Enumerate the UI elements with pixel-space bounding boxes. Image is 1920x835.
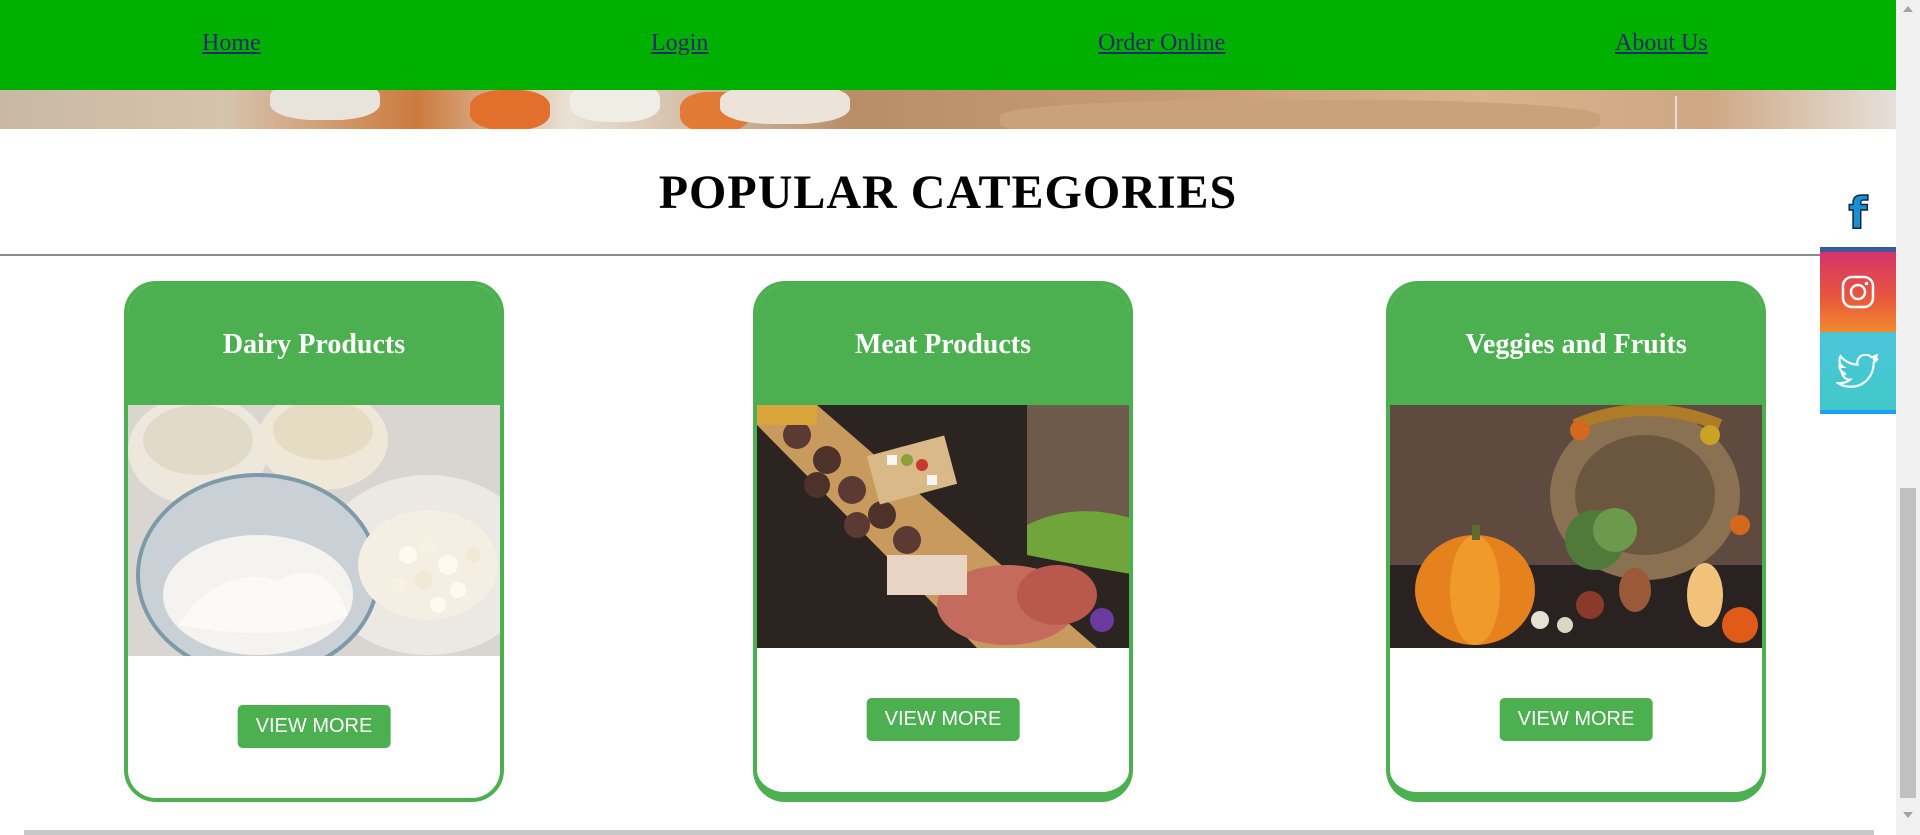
view-more-button-meat[interactable]: VIEW MORE <box>866 698 1020 741</box>
nav-link-home[interactable]: Home <box>202 30 261 57</box>
section-title: POPULAR CATEGORIES <box>658 166 1238 219</box>
nav-link-login[interactable]: Login <box>651 30 708 57</box>
twitter-icon <box>1836 354 1879 388</box>
card-header: Dairy Products <box>128 285 500 405</box>
section-divider <box>0 254 1896 256</box>
category-card-dairy: Dairy Products VIEW MORE <box>124 281 504 802</box>
hero-banner-image <box>0 90 1896 129</box>
card-title: Veggies and Fruits <box>1465 329 1687 360</box>
view-more-button-dairy[interactable]: VIEW MORE <box>237 705 391 748</box>
category-card-veggies: Veggies and Fruits VIEW MORE <box>1386 281 1766 802</box>
view-more-button-veggies[interactable]: VIEW MORE <box>1499 698 1653 741</box>
card-title: Meat Products <box>855 329 1031 360</box>
twitter-link[interactable] <box>1820 332 1896 412</box>
vertical-scrollbar-thumb[interactable] <box>1900 488 1916 798</box>
veggies-and-fruits-image <box>1390 405 1762 648</box>
facebook-link[interactable]: f <box>1820 180 1896 248</box>
scroll-up-arrow-icon[interactable] <box>1903 6 1913 12</box>
top-nav: Home Login Order Online About Us <box>0 0 1896 90</box>
nav-link-about-us[interactable]: About Us <box>1615 30 1708 57</box>
category-card-meat: Meat Products VIEW MORE <box>753 281 1133 802</box>
card-title: Dairy Products <box>222 329 406 360</box>
instagram-icon <box>1841 275 1875 309</box>
facebook-icon: f <box>1848 188 1869 239</box>
dairy-products-image <box>128 405 500 656</box>
twitter-accent-bar <box>1820 410 1896 414</box>
card-header: Meat Products <box>757 285 1129 405</box>
vertical-scrollbar[interactable] <box>1896 0 1920 835</box>
card-header: Veggies and Fruits <box>1390 285 1762 405</box>
scroll-down-arrow-icon[interactable] <box>1903 812 1913 818</box>
nav-link-order-online[interactable]: Order Online <box>1098 30 1225 57</box>
meat-products-image <box>757 405 1129 648</box>
horizontal-scrollbar[interactable] <box>24 830 1874 835</box>
instagram-link[interactable] <box>1820 252 1896 332</box>
